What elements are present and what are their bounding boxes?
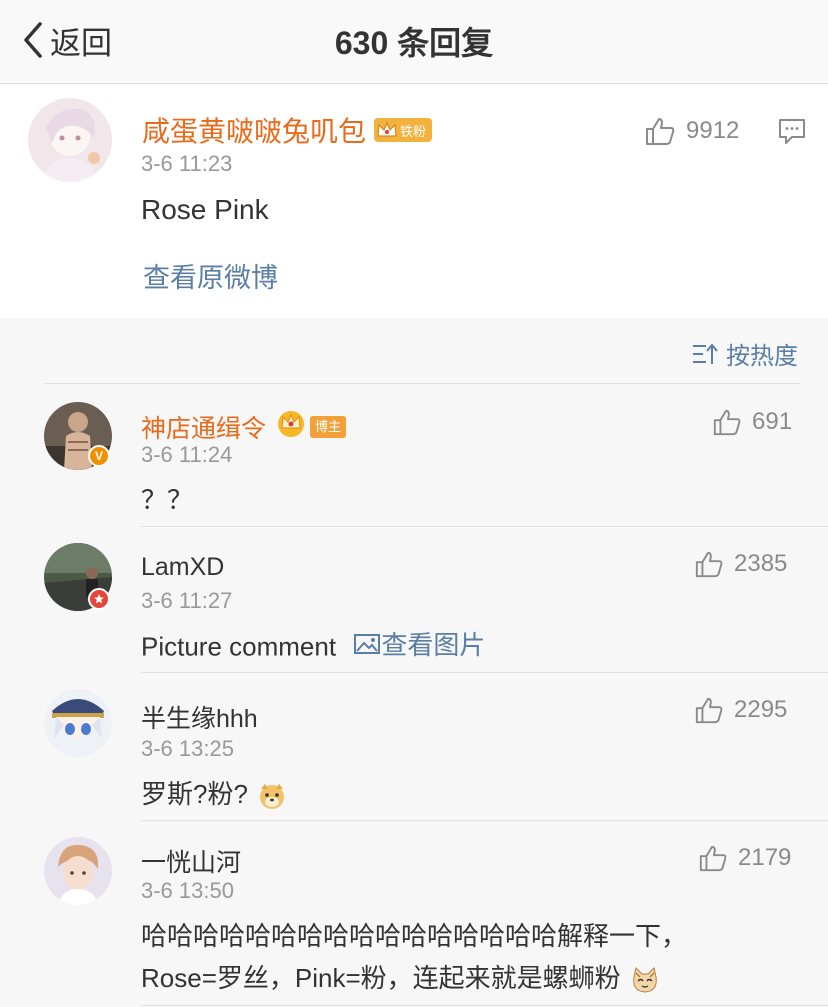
comment-text: 罗斯?粉? xyxy=(141,774,287,811)
author-name[interactable]: 半生缘hhh xyxy=(141,699,258,735)
sort-icon xyxy=(693,342,718,364)
author-name[interactable]: 神店通缉令 xyxy=(141,409,266,445)
like-count: 2295 xyxy=(734,696,788,723)
post-text: Rose Pink xyxy=(141,194,269,225)
post-time: 3-6 11:23 xyxy=(141,151,233,176)
page-title: 630 条回复 xyxy=(334,25,494,61)
comment-author[interactable]: 半生缘hhh xyxy=(141,699,258,735)
like-button[interactable]: 2179 xyxy=(698,843,791,873)
comment-author[interactable]: 一恍山河 xyxy=(141,843,241,879)
like-button[interactable]: 9912 xyxy=(644,115,739,147)
avatar-image xyxy=(44,689,112,757)
blogger-badge: 博主 xyxy=(310,415,347,438)
like-button[interactable]: 691 xyxy=(712,407,792,437)
fan-badge: 铁粉 xyxy=(374,118,433,142)
verified-v-icon: V xyxy=(94,449,103,463)
cat-emoji-icon xyxy=(633,967,657,993)
like-count: 691 xyxy=(752,408,793,435)
author-name[interactable]: 咸蛋黄啵啵兔叽包 xyxy=(142,110,366,150)
comment-text: Picture comment 查看图片 xyxy=(141,625,485,663)
divider xyxy=(141,820,828,821)
comment-time: 3-6 13:50 xyxy=(141,878,234,903)
like-button[interactable]: 2295 xyxy=(694,695,787,725)
divider xyxy=(141,526,828,527)
sort-label: 按热度 xyxy=(726,343,798,370)
avatar-image xyxy=(44,837,112,905)
view-image-label: 查看图片 xyxy=(381,630,486,660)
sort-by-hot-button[interactable]: 按热度 xyxy=(692,336,798,371)
doge-emoji-icon xyxy=(260,784,285,810)
comment-time: 3-6 11:27 xyxy=(141,588,233,613)
avatar-image xyxy=(28,98,112,182)
crown-icon xyxy=(276,408,306,445)
divider xyxy=(141,672,828,673)
like-count: 2179 xyxy=(738,844,792,871)
comment-time: 3-6 11:24 xyxy=(141,442,233,467)
like-button[interactable]: 2385 xyxy=(694,549,787,579)
comment-text-line-1: 哈哈哈哈哈哈哈哈哈哈哈哈哈哈哈哈解释一下， xyxy=(141,921,688,951)
crown-icon xyxy=(377,121,397,137)
comment-body: 罗斯?粉? xyxy=(141,779,248,809)
view-image-link[interactable]: 查看图片 xyxy=(343,625,485,662)
comment-author[interactable]: LamXD xyxy=(141,553,224,582)
avatar[interactable] xyxy=(44,837,112,905)
image-icon xyxy=(354,633,381,654)
comment-text-line-2: Rose=罗丝，Pink=粉，连起来就是螺蛳粉 xyxy=(141,958,660,995)
thumbs-up-icon xyxy=(699,845,727,872)
thumbs-up-icon xyxy=(646,118,675,145)
nav-header: 返回 630 条回复 xyxy=(0,0,828,84)
view-original-link[interactable]: 查看原微博 xyxy=(143,256,278,295)
like-count: 2385 xyxy=(734,550,788,577)
fan-badge-label: 铁粉 xyxy=(400,123,427,139)
avatar[interactable] xyxy=(28,98,112,182)
avatar[interactable] xyxy=(44,689,112,757)
divider xyxy=(141,1005,828,1006)
reply-button[interactable] xyxy=(778,117,806,150)
main-post-author[interactable]: 咸蛋黄啵啵兔叽包 铁粉 xyxy=(142,110,433,150)
comment-icon xyxy=(779,119,805,144)
star-icon xyxy=(94,594,104,604)
comment-text: ？？ xyxy=(141,485,194,515)
comment-body: Picture comment xyxy=(141,631,337,662)
comment-body: Rose=罗丝，Pink=粉，连起来就是螺蛳粉 xyxy=(141,963,621,993)
thumbs-up-icon xyxy=(695,551,723,578)
thumbs-up-icon xyxy=(695,697,723,724)
thumbs-up-icon xyxy=(713,409,741,436)
verified-badge xyxy=(88,588,110,610)
author-name[interactable]: LamXD xyxy=(141,553,224,582)
divider xyxy=(44,383,800,384)
like-count: 9912 xyxy=(686,117,740,144)
author-name[interactable]: 一恍山河 xyxy=(141,843,241,879)
verified-badge: V xyxy=(88,445,110,467)
comment-author[interactable]: 神店通缉令 博主 xyxy=(141,408,347,445)
comment-time: 3-6 13:25 xyxy=(141,736,234,761)
